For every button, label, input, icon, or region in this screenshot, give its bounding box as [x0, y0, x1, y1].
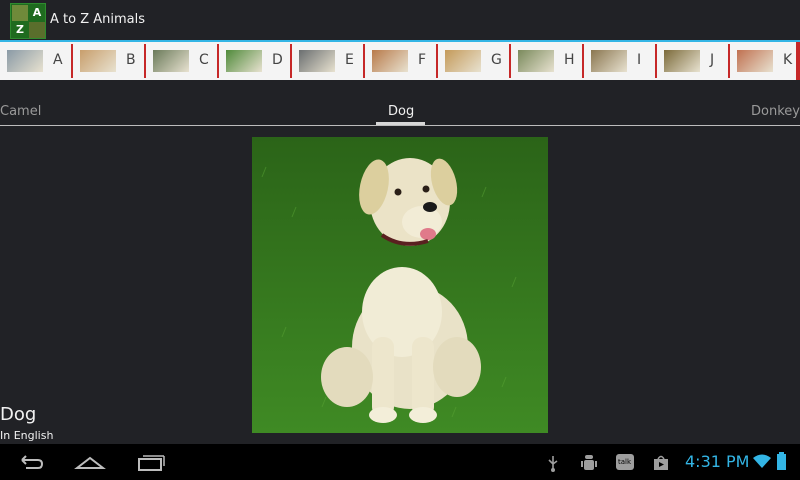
status-clock: 4:31 PM: [685, 452, 750, 471]
usb-icon: [548, 456, 558, 472]
animal-thumbnail: [591, 50, 627, 72]
title-pager[interactable]: Camel Dog Donkey: [0, 80, 800, 126]
pager-next-title[interactable]: Donkey: [751, 104, 800, 119]
pager-current-title: Dog: [388, 104, 415, 119]
letter-label: I: [637, 52, 642, 68]
letter-label: J: [710, 52, 715, 68]
letter-tab-e[interactable]: E: [292, 42, 365, 80]
action-bar: A Z A to Z Animals: [0, 0, 800, 41]
letter-tab-k[interactable]: K: [730, 42, 800, 80]
animal-thumbnail: [153, 50, 189, 72]
animal-thumbnail: [7, 50, 43, 72]
battery-icon: [777, 452, 786, 470]
letter-strip[interactable]: A B C D E F G H I J K: [0, 42, 800, 80]
app-logo-icon: A Z: [10, 3, 46, 39]
letter-label: K: [783, 52, 793, 68]
letter-label: B: [126, 52, 136, 68]
language-label: In English: [0, 429, 54, 442]
talk-icon: talk: [616, 454, 634, 470]
letter-label: H: [564, 52, 575, 68]
logo-letter-z: Z: [16, 23, 24, 36]
letter-tab-i[interactable]: I: [584, 42, 657, 80]
app-title: A to Z Animals: [50, 12, 146, 27]
letter-tab-b[interactable]: B: [73, 42, 146, 80]
home-icon[interactable]: [74, 450, 106, 474]
android-debug-icon: [581, 455, 597, 470]
letter-label: D: [272, 52, 283, 68]
animal-thumbnail: [226, 50, 262, 72]
letter-tab-f[interactable]: F: [365, 42, 438, 80]
logo-letter-a: A: [32, 6, 42, 19]
letter-tab-j[interactable]: J: [657, 42, 730, 80]
logo-animal-thumb: [12, 5, 28, 21]
back-icon[interactable]: [14, 450, 46, 474]
animal-thumbnail: [518, 50, 554, 72]
letter-tab-c[interactable]: C: [146, 42, 219, 80]
pager-divider: [0, 125, 800, 126]
animal-thumbnail: [372, 50, 408, 72]
letter-label: G: [491, 52, 502, 68]
system-nav-bar: talk 4:31 PM: [0, 444, 800, 480]
letter-label: A: [53, 52, 63, 68]
animal-thumbnail: [299, 50, 335, 72]
pager-previous-title[interactable]: Camel: [0, 104, 41, 119]
letter-label: E: [345, 52, 354, 68]
logo-animal-thumb: [29, 22, 45, 38]
animal-name: Dog: [0, 404, 37, 425]
recent-apps-icon[interactable]: [136, 450, 166, 474]
letter-tab-d[interactable]: D: [219, 42, 292, 80]
play-store-icon: [654, 455, 668, 470]
letter-tab-a[interactable]: A: [0, 42, 73, 80]
letter-tab-g[interactable]: G: [438, 42, 511, 80]
wifi-icon: [753, 454, 771, 468]
letter-tab-h[interactable]: H: [511, 42, 584, 80]
letter-label: F: [418, 52, 427, 68]
animal-thumbnail: [664, 50, 700, 72]
animal-thumbnail: [445, 50, 481, 72]
animal-photo[interactable]: [252, 137, 548, 433]
talk-icon-label: talk: [618, 458, 632, 466]
letter-label: C: [199, 52, 209, 68]
strip-edge: [796, 42, 800, 80]
animal-thumbnail: [80, 50, 116, 72]
animal-thumbnail: [737, 50, 773, 72]
dog-illustration: [252, 137, 548, 433]
